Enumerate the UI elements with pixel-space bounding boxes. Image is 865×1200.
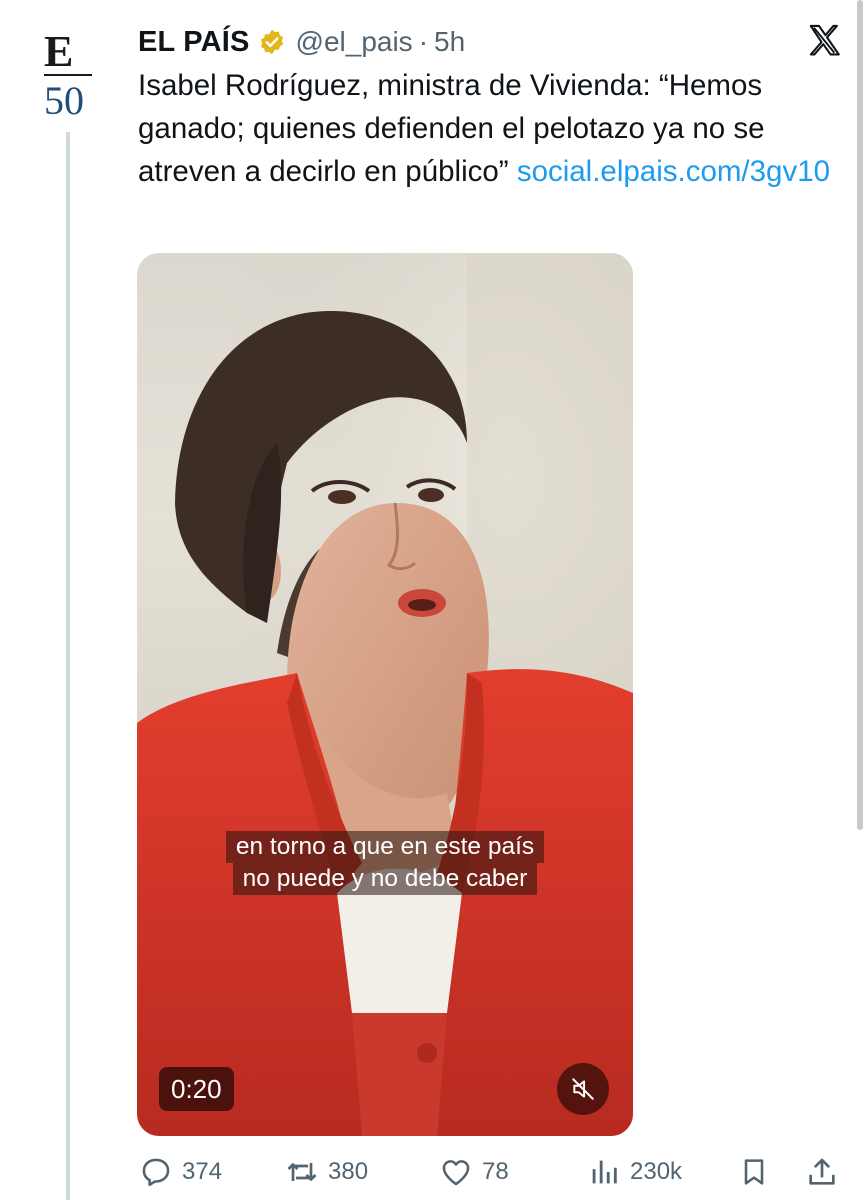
views-button[interactable]: 230k: [586, 1150, 682, 1194]
svg-text:50: 50: [44, 78, 84, 123]
reply-icon: [138, 1154, 174, 1190]
display-name[interactable]: EL PAÍS: [138, 26, 250, 59]
reply-count: 374: [182, 1158, 223, 1185]
thread-line: [66, 132, 70, 1200]
video-player[interactable]: en torno a que en este país no puede y n…: [137, 253, 633, 1136]
bookmark-icon: [736, 1154, 772, 1190]
tweet-link[interactable]: social.elpais.com/3gv10: [517, 155, 830, 188]
tweet-actions: 374 380 78 230k: [138, 1150, 843, 1194]
analytics-icon: [586, 1154, 622, 1190]
scrollbar-thumb[interactable]: [857, 0, 863, 830]
handle[interactable]: @el_pais: [296, 26, 413, 58]
gold-verified-icon[interactable]: [258, 28, 286, 56]
bookmark-button[interactable]: [736, 1150, 772, 1194]
repost-count: 380: [328, 1158, 369, 1185]
repost-button[interactable]: 380: [284, 1150, 368, 1194]
heart-icon: [438, 1154, 474, 1190]
like-button[interactable]: 78: [438, 1150, 509, 1194]
subtitle-line-2: no puede y no debe caber: [232, 863, 538, 895]
el-pais-logo: E 50: [44, 27, 92, 123]
reply-button[interactable]: 374: [138, 1150, 222, 1194]
tweet-text: Isabel Rodríguez, ministra de Vivienda: …: [138, 64, 843, 193]
mute-toggle-button[interactable]: [557, 1063, 609, 1115]
avatar[interactable]: E 50: [40, 24, 96, 124]
share-icon: [804, 1154, 840, 1190]
timestamp[interactable]: 5h: [434, 26, 465, 58]
svg-text:E: E: [44, 27, 73, 76]
like-count: 78: [482, 1158, 509, 1185]
muted-speaker-icon: [572, 1078, 594, 1100]
share-button[interactable]: [804, 1150, 840, 1194]
video-duration-badge: 0:20: [159, 1067, 234, 1111]
video-frame: [137, 253, 633, 1136]
separator-dot: ·: [418, 26, 429, 57]
tweet-header: EL PAÍS @el_pais · 5h: [138, 22, 465, 62]
repost-icon: [284, 1154, 320, 1190]
scrollbar[interactable]: [857, 0, 865, 830]
view-count: 230k: [630, 1158, 683, 1185]
subtitle-line-1: en torno a que en este país: [225, 831, 545, 863]
video-subtitle: en torno a que en este país no puede y n…: [203, 831, 567, 895]
x-logo-icon[interactable]: [806, 22, 844, 60]
